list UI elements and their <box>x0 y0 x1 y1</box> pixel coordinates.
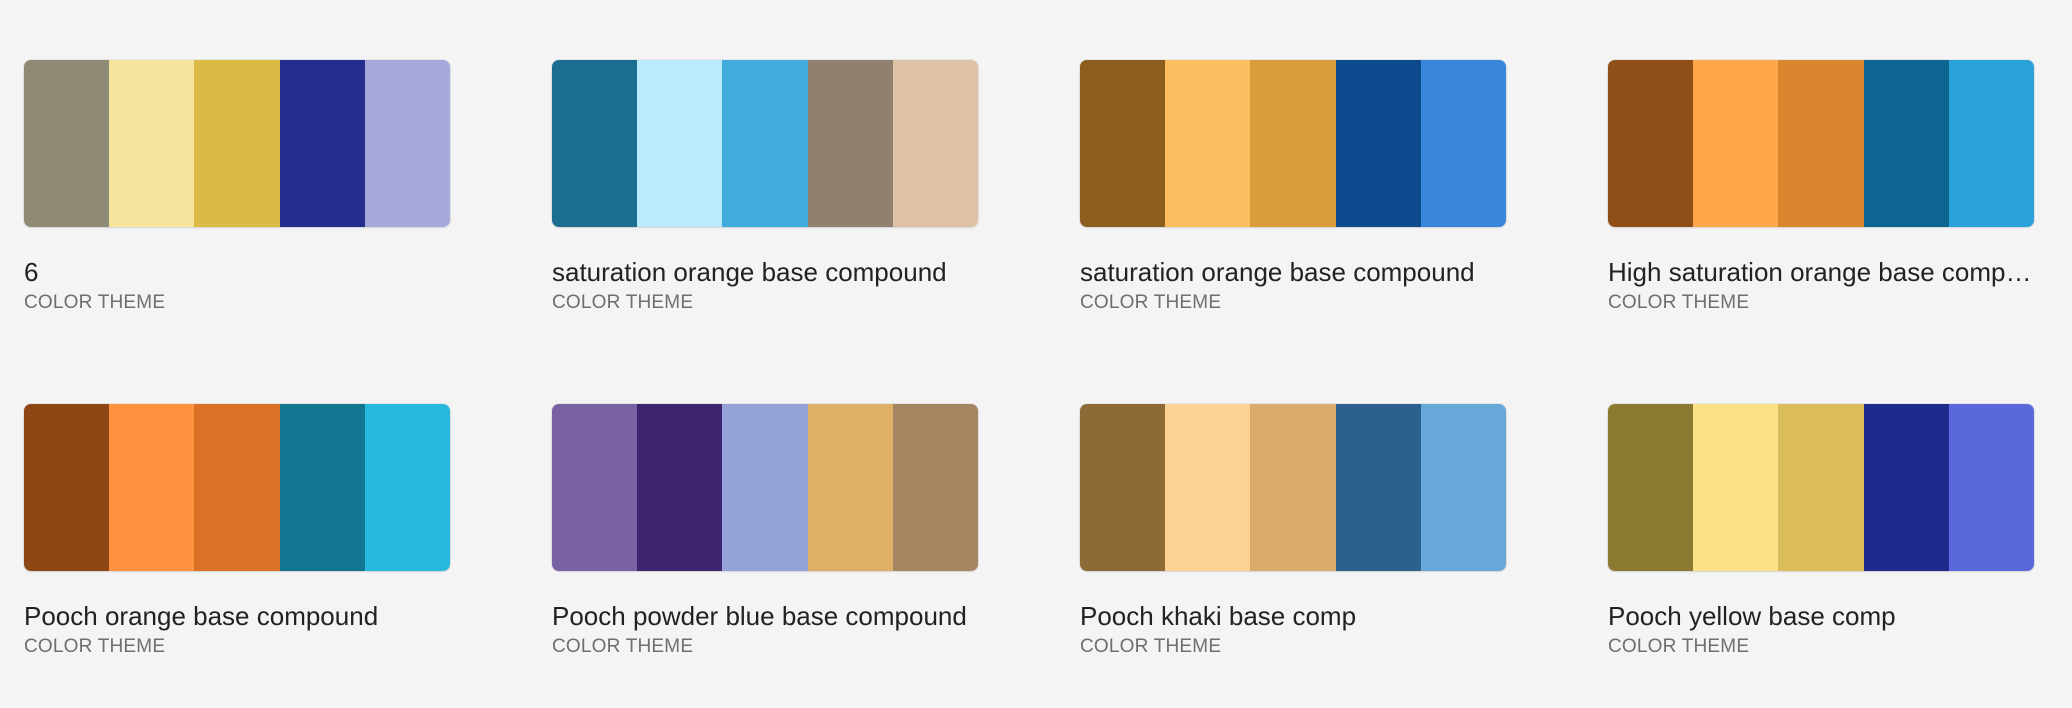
theme-title[interactable]: 6 <box>24 257 450 287</box>
color-swatch <box>637 60 723 227</box>
color-swatch-strip[interactable] <box>1608 404 2034 571</box>
color-swatch-strip[interactable] <box>1608 60 2034 227</box>
theme-type-label: COLOR THEME <box>1608 292 1750 313</box>
color-swatch <box>279 404 365 571</box>
color-swatch-strip[interactable] <box>552 404 978 571</box>
color-swatch <box>24 60 110 227</box>
theme-type-label: COLOR THEME <box>24 636 166 657</box>
color-swatch <box>892 404 978 571</box>
theme-type-label: COLOR THEME <box>552 636 694 657</box>
theme-title[interactable]: High saturation orange base compound <box>1608 257 2034 287</box>
color-theme-card[interactable]: Pooch yellow base comp COLOR THEME <box>1608 404 2034 658</box>
color-swatch-strip[interactable] <box>24 404 450 571</box>
color-swatch <box>552 60 638 227</box>
color-swatch <box>1420 60 1506 227</box>
color-swatch <box>1335 60 1421 227</box>
theme-type-label: COLOR THEME <box>1608 636 1750 657</box>
color-swatch <box>194 60 280 227</box>
theme-title[interactable]: Pooch orange base compound <box>24 601 450 631</box>
color-theme-grid: 6 COLOR THEME saturation orange base compo… <box>24 60 2034 658</box>
color-swatch <box>1165 404 1251 571</box>
color-theme-card[interactable]: Pooch khaki base comp COLOR THEME <box>1080 404 1506 658</box>
color-swatch <box>1778 60 1864 227</box>
color-swatch <box>1693 60 1779 227</box>
color-swatch <box>807 404 893 571</box>
color-swatch <box>722 60 808 227</box>
color-swatch-strip[interactable] <box>1080 404 1506 571</box>
color-swatch <box>1420 404 1506 571</box>
color-swatch <box>552 404 638 571</box>
color-swatch <box>637 404 723 571</box>
color-swatch <box>1863 60 1949 227</box>
color-swatch <box>1693 404 1779 571</box>
color-swatch <box>364 60 450 227</box>
theme-title[interactable]: saturation orange base compound <box>1080 257 1506 287</box>
color-swatch <box>1080 60 1166 227</box>
color-swatch <box>364 404 450 571</box>
color-swatch <box>1948 404 2034 571</box>
color-swatch-strip[interactable] <box>552 60 978 227</box>
theme-type-label: COLOR THEME <box>24 292 166 313</box>
color-theme-card[interactable]: saturation orange base compound COLOR THE… <box>1080 60 1506 314</box>
theme-title[interactable]: Pooch khaki base comp <box>1080 601 1506 631</box>
color-swatch-strip[interactable] <box>1080 60 1506 227</box>
color-swatch <box>1335 404 1421 571</box>
color-swatch <box>1080 404 1166 571</box>
color-swatch <box>109 404 195 571</box>
color-theme-card[interactable]: 6 COLOR THEME <box>24 60 450 314</box>
color-swatch <box>194 404 280 571</box>
theme-type-label: COLOR THEME <box>1080 636 1222 657</box>
color-swatch <box>1165 60 1251 227</box>
theme-type-label: COLOR THEME <box>552 292 694 313</box>
color-swatch <box>279 60 365 227</box>
color-swatch-strip[interactable] <box>24 60 450 227</box>
color-swatch <box>722 404 808 571</box>
color-swatch <box>807 60 893 227</box>
color-swatch <box>1863 404 1949 571</box>
theme-type-label: COLOR THEME <box>1080 292 1222 313</box>
theme-title[interactable]: Pooch powder blue base compound <box>552 601 978 631</box>
color-theme-card[interactable]: Pooch powder blue base compound COLOR THE… <box>552 404 978 658</box>
color-swatch <box>1250 60 1336 227</box>
color-theme-card[interactable]: saturation orange base compound COLOR THE… <box>552 60 978 314</box>
color-swatch <box>1778 404 1864 571</box>
color-theme-card[interactable]: High saturation orange base compound COLO… <box>1608 60 2034 314</box>
color-swatch <box>109 60 195 227</box>
color-theme-card[interactable]: Pooch orange base compound COLOR THEME <box>24 404 450 658</box>
color-swatch <box>1250 404 1336 571</box>
color-swatch <box>1948 60 2034 227</box>
color-swatch <box>892 60 978 227</box>
color-swatch <box>1608 404 1694 571</box>
color-swatch <box>1608 60 1694 227</box>
color-swatch <box>24 404 110 571</box>
theme-title[interactable]: saturation orange base compound <box>552 257 978 287</box>
theme-title[interactable]: Pooch yellow base comp <box>1608 601 2034 631</box>
